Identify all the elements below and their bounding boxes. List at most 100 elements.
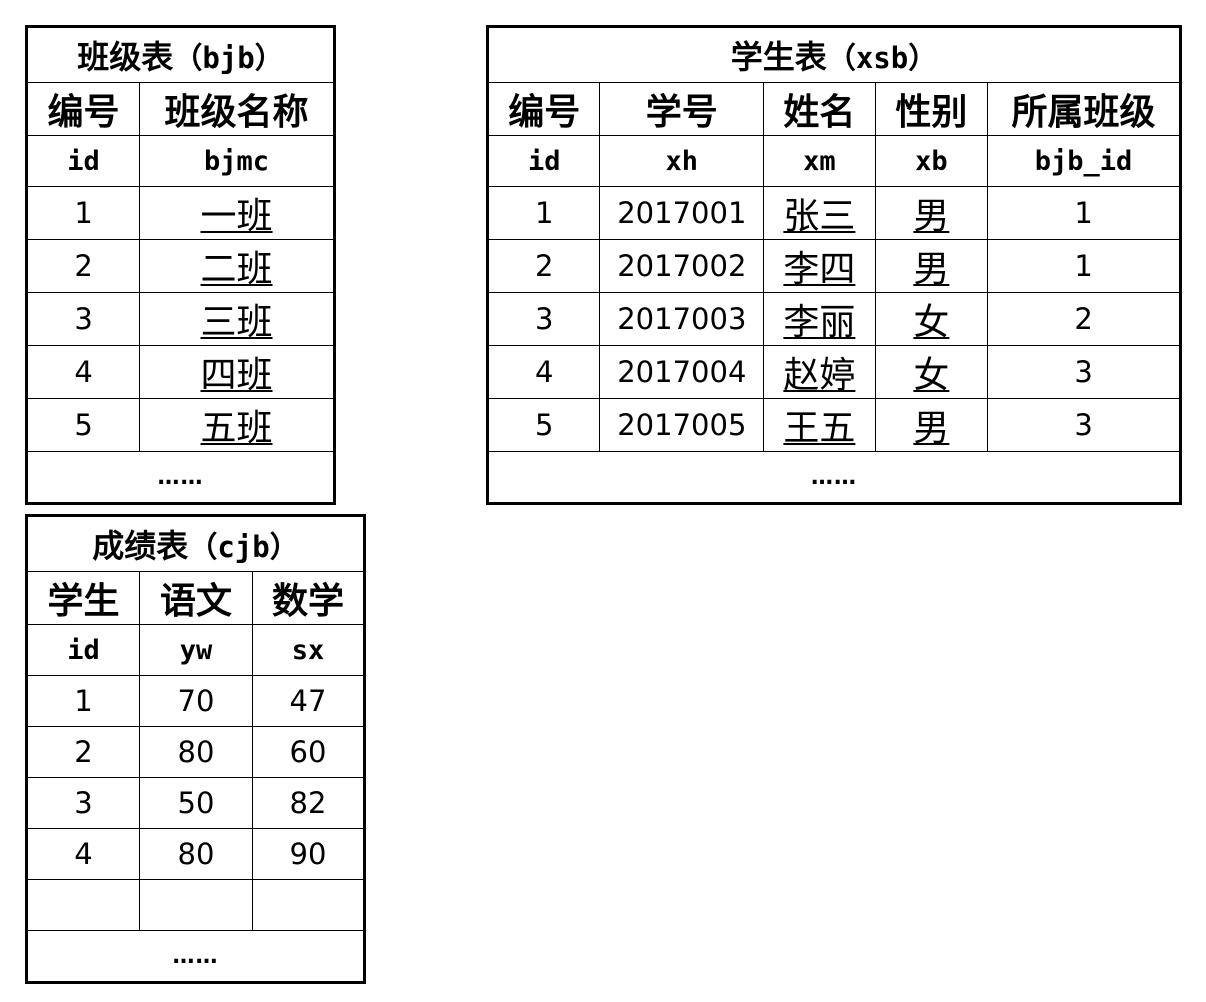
- empty-cell: [251, 879, 366, 931]
- table-title: 班级表（bjb）: [26, 26, 335, 83]
- column-header: 编号: [25, 82, 141, 136]
- column-header: 所属班级: [987, 82, 1181, 136]
- ellipsis: ……: [487, 451, 1181, 504]
- table-title: 成绩表（cjb）: [26, 515, 365, 572]
- table-cell: 李四: [763, 239, 876, 293]
- field-row: id yw sx: [26, 624, 366, 676]
- table-row: 1 一班: [25, 186, 335, 240]
- table-cell: 50: [138, 777, 253, 829]
- table-cell: 女: [874, 345, 989, 399]
- table-row: 3 50 82: [26, 777, 366, 829]
- header-row: 编号 学号 姓名 性别 所属班级: [486, 82, 1181, 136]
- table-cell: 四班: [139, 345, 335, 399]
- table-title-row: 班级表（bjb）: [26, 26, 335, 83]
- table-cell: 3: [987, 345, 1181, 399]
- ellipsis: ……: [26, 451, 335, 504]
- table-cell: 1: [987, 186, 1181, 240]
- column-header: 语文: [138, 571, 253, 625]
- table-row: 4 四班: [25, 345, 335, 399]
- field-name: id: [25, 135, 141, 187]
- table-cell: 2: [26, 726, 140, 778]
- field-row: id bjmc: [25, 135, 335, 187]
- table-cell: 三班: [139, 292, 335, 346]
- empty-cell: [26, 879, 140, 931]
- ellipsis: ……: [26, 930, 365, 983]
- empty-row: [26, 879, 366, 931]
- ellipsis-row: ……: [26, 451, 335, 504]
- table-cell: 二班: [139, 239, 335, 293]
- empty-cell: [138, 879, 253, 931]
- table-cell: 2017002: [599, 239, 765, 293]
- table-row: 3 2017003 李丽 女 2: [486, 292, 1181, 346]
- table-cell: 1: [987, 239, 1181, 293]
- table-cell: 2: [486, 239, 601, 293]
- table-cell: 张三: [763, 186, 876, 240]
- table-row: 5 五班: [25, 398, 335, 452]
- column-header: 学生: [26, 571, 140, 625]
- column-header: 性别: [874, 82, 989, 136]
- table-cell: 4: [26, 828, 140, 880]
- table-cell: 2017001: [599, 186, 765, 240]
- table-cell: 五班: [139, 398, 335, 452]
- field-name: xh: [599, 135, 765, 187]
- field-name: bjmc: [139, 135, 335, 187]
- ellipsis-row: ……: [487, 451, 1181, 504]
- table-cell: 王五: [763, 398, 876, 452]
- field-name: id: [486, 135, 601, 187]
- field-name: yw: [138, 624, 253, 676]
- table-cell: 70: [138, 675, 253, 727]
- table-title-en: （cjb）: [188, 530, 299, 564]
- table-cell: 3: [25, 292, 141, 346]
- table-title: 学生表（xsb）: [487, 26, 1181, 83]
- table-title-row: 学生表（xsb）: [487, 26, 1181, 83]
- table-row: 2 2017002 李四 男 1: [486, 239, 1181, 293]
- field-row: id xh xm xb bjb_id: [486, 135, 1181, 187]
- column-header: 学号: [599, 82, 765, 136]
- table-cell: 60: [251, 726, 366, 778]
- table-title-cn: 班级表: [77, 38, 174, 76]
- ellipsis-row: ……: [26, 930, 365, 983]
- table-row: 2 二班: [25, 239, 335, 293]
- table-title-en: （xsb）: [826, 41, 938, 75]
- table-cell: 3: [26, 777, 140, 829]
- table-row: 1 70 47: [26, 675, 366, 727]
- table-title-en: （bjb）: [173, 41, 284, 75]
- table-cell: 80: [138, 828, 253, 880]
- table-title-cn: 成绩表: [92, 527, 189, 565]
- table-cell: 2017003: [599, 292, 765, 346]
- table-row: 1 2017001 张三 男 1: [486, 186, 1181, 240]
- student-table: 学生表（xsb） 编号 学号 姓名 性别 所属班级 id xh xm xb bj…: [486, 25, 1182, 505]
- table-cell: 4: [486, 345, 601, 399]
- table-cell: 赵婷: [763, 345, 876, 399]
- table-cell: 男: [874, 398, 989, 452]
- table-cell: 4: [25, 345, 141, 399]
- table-cell: 3: [987, 398, 1181, 452]
- table-cell: 47: [251, 675, 366, 727]
- field-name: bjb_id: [987, 135, 1181, 187]
- score-table: 成绩表（cjb） 学生 语文 数学 id yw sx 1 70 47 2 80 …: [25, 514, 366, 984]
- column-header: 编号: [486, 82, 601, 136]
- table-cell: 82: [251, 777, 366, 829]
- table-cell: 1: [26, 675, 140, 727]
- column-header: 班级名称: [139, 82, 335, 136]
- table-title-cn: 学生表: [730, 38, 827, 76]
- field-name: xm: [763, 135, 876, 187]
- table-cell: 男: [874, 239, 989, 293]
- table-row: 2 80 60: [26, 726, 366, 778]
- table-cell: 李丽: [763, 292, 876, 346]
- table-cell: 80: [138, 726, 253, 778]
- field-name: sx: [251, 624, 366, 676]
- table-title-row: 成绩表（cjb）: [26, 515, 365, 572]
- header-row: 编号 班级名称: [25, 82, 335, 136]
- field-name: id: [26, 624, 140, 676]
- column-header: 数学: [251, 571, 366, 625]
- header-row: 学生 语文 数学: [26, 571, 366, 625]
- table-cell: 2017004: [599, 345, 765, 399]
- field-name: xb: [874, 135, 989, 187]
- table-cell: 男: [874, 186, 989, 240]
- table-cell: 3: [486, 292, 601, 346]
- column-header: 姓名: [763, 82, 876, 136]
- table-row: 5 2017005 王五 男 3: [486, 398, 1181, 452]
- table-cell: 2: [987, 292, 1181, 346]
- table-cell: 2017005: [599, 398, 765, 452]
